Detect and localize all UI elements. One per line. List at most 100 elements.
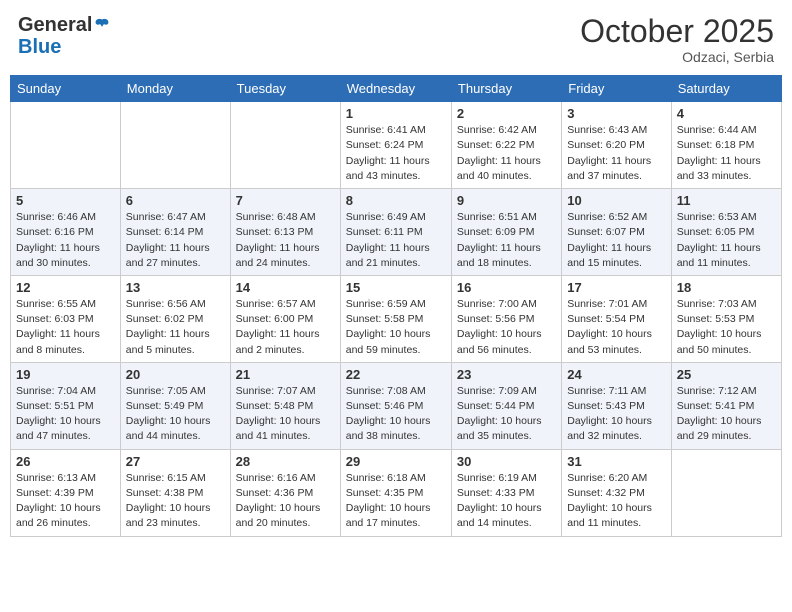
day-number: 7 xyxy=(236,193,335,208)
day-number: 6 xyxy=(126,193,225,208)
day-detail: Sunrise: 6:59 AM Sunset: 5:58 PM Dayligh… xyxy=(346,297,446,358)
col-header-wednesday: Wednesday xyxy=(340,76,451,102)
calendar-cell: 25 Sunrise: 7:12 AM Sunset: 5:41 PM Dayli… xyxy=(671,362,781,449)
day-number: 2 xyxy=(457,106,556,121)
calendar-cell: 2 Sunrise: 6:42 AM Sunset: 6:22 PM Daylig… xyxy=(451,102,561,189)
day-number: 26 xyxy=(16,454,115,469)
col-header-monday: Monday xyxy=(120,76,230,102)
day-detail: Sunrise: 7:03 AM Sunset: 5:53 PM Dayligh… xyxy=(677,297,776,358)
day-number: 17 xyxy=(567,280,665,295)
calendar-header-row: SundayMondayTuesdayWednesdayThursdayFrid… xyxy=(11,76,782,102)
day-number: 11 xyxy=(677,193,776,208)
day-number: 4 xyxy=(677,106,776,121)
day-detail: Sunrise: 6:44 AM Sunset: 6:18 PM Dayligh… xyxy=(677,123,776,184)
col-header-saturday: Saturday xyxy=(671,76,781,102)
calendar-cell: 21 Sunrise: 7:07 AM Sunset: 5:48 PM Dayli… xyxy=(230,362,340,449)
day-detail: Sunrise: 6:57 AM Sunset: 6:00 PM Dayligh… xyxy=(236,297,335,358)
calendar-cell: 15Sunrise: 6:59 AM Sunset: 5:58 PM Dayli… xyxy=(340,275,451,362)
day-detail: Sunrise: 7:04 AM Sunset: 5:51 PM Dayligh… xyxy=(16,384,115,445)
calendar-week-row: 5Sunrise: 6:46 AM Sunset: 6:16 PM Daylig… xyxy=(11,189,782,276)
day-detail: Sunrise: 6:55 AM Sunset: 6:03 PM Dayligh… xyxy=(16,297,115,358)
day-detail: Sunrise: 6:43 AM Sunset: 6:20 PM Dayligh… xyxy=(567,123,665,184)
day-detail: Sunrise: 6:15 AM Sunset: 4:38 PM Dayligh… xyxy=(126,471,225,532)
calendar-cell: 16 Sunrise: 7:00 AM Sunset: 5:56 PM Dayli… xyxy=(451,275,561,362)
day-detail: Sunrise: 7:12 AM Sunset: 5:41 PM Dayligh… xyxy=(677,384,776,445)
calendar-cell: 7Sunrise: 6:48 AM Sunset: 6:13 PM Daylig… xyxy=(230,189,340,276)
day-detail: Sunrise: 7:08 AM Sunset: 5:46 PM Dayligh… xyxy=(346,384,446,445)
day-number: 25 xyxy=(677,367,776,382)
day-detail: Sunrise: 6:47 AM Sunset: 6:14 PM Dayligh… xyxy=(126,210,225,271)
col-header-tuesday: Tuesday xyxy=(230,76,340,102)
day-detail: Sunrise: 6:52 AM Sunset: 6:07 PM Dayligh… xyxy=(567,210,665,271)
day-detail: Sunrise: 6:42 AM Sunset: 6:22 PM Dayligh… xyxy=(457,123,556,184)
day-number: 16 xyxy=(457,280,556,295)
day-detail: Sunrise: 6:20 AM Sunset: 4:32 PM Dayligh… xyxy=(567,471,665,532)
day-number: 27 xyxy=(126,454,225,469)
col-header-friday: Friday xyxy=(562,76,671,102)
calendar-cell: 23Sunrise: 7:09 AM Sunset: 5:44 PM Dayli… xyxy=(451,362,561,449)
day-number: 28 xyxy=(236,454,335,469)
calendar-cell: 30 Sunrise: 6:19 AM Sunset: 4:33 PM Dayli… xyxy=(451,449,561,536)
day-detail: Sunrise: 7:09 AM Sunset: 5:44 PM Dayligh… xyxy=(457,384,556,445)
day-number: 12 xyxy=(16,280,115,295)
calendar-cell: 3 Sunrise: 6:43 AM Sunset: 6:20 PM Daylig… xyxy=(562,102,671,189)
day-detail: Sunrise: 6:13 AM Sunset: 4:39 PM Dayligh… xyxy=(16,471,115,532)
calendar-cell: 17 Sunrise: 7:01 AM Sunset: 5:54 PM Dayli… xyxy=(562,275,671,362)
day-number: 24 xyxy=(567,367,665,382)
logo-general-text: General xyxy=(18,14,92,36)
day-detail: Sunrise: 7:07 AM Sunset: 5:48 PM Dayligh… xyxy=(236,384,335,445)
day-number: 19 xyxy=(16,367,115,382)
calendar-week-row: 26 Sunrise: 6:13 AM Sunset: 4:39 PM Dayli… xyxy=(11,449,782,536)
title-block: October 2025 Odzaci, Serbia xyxy=(580,14,774,65)
calendar-cell: 14Sunrise: 6:57 AM Sunset: 6:00 PM Dayli… xyxy=(230,275,340,362)
day-detail: Sunrise: 6:49 AM Sunset: 6:11 PM Dayligh… xyxy=(346,210,446,271)
calendar-cell: 18 Sunrise: 7:03 AM Sunset: 5:53 PM Dayli… xyxy=(671,275,781,362)
calendar-cell: 10 Sunrise: 6:52 AM Sunset: 6:07 PM Dayli… xyxy=(562,189,671,276)
day-number: 30 xyxy=(457,454,556,469)
day-detail: Sunrise: 7:05 AM Sunset: 5:49 PM Dayligh… xyxy=(126,384,225,445)
col-header-sunday: Sunday xyxy=(11,76,121,102)
day-number: 3 xyxy=(567,106,665,121)
calendar-week-row: 12 Sunrise: 6:55 AM Sunset: 6:03 PM Dayli… xyxy=(11,275,782,362)
calendar-cell: 12 Sunrise: 6:55 AM Sunset: 6:03 PM Dayli… xyxy=(11,275,121,362)
calendar-cell: 26 Sunrise: 6:13 AM Sunset: 4:39 PM Dayli… xyxy=(11,449,121,536)
calendar-cell: 4 Sunrise: 6:44 AM Sunset: 6:18 PM Daylig… xyxy=(671,102,781,189)
day-number: 18 xyxy=(677,280,776,295)
calendar-cell xyxy=(11,102,121,189)
calendar-cell: 28Sunrise: 6:16 AM Sunset: 4:36 PM Dayli… xyxy=(230,449,340,536)
day-detail: Sunrise: 7:00 AM Sunset: 5:56 PM Dayligh… xyxy=(457,297,556,358)
day-number: 13 xyxy=(126,280,225,295)
day-number: 8 xyxy=(346,193,446,208)
calendar-cell: 22Sunrise: 7:08 AM Sunset: 5:46 PM Dayli… xyxy=(340,362,451,449)
logo-blue-text: Blue xyxy=(18,36,111,58)
calendar-cell: 9Sunrise: 6:51 AM Sunset: 6:09 PM Daylig… xyxy=(451,189,561,276)
calendar-cell: 20Sunrise: 7:05 AM Sunset: 5:49 PM Dayli… xyxy=(120,362,230,449)
calendar-cell: 27 Sunrise: 6:15 AM Sunset: 4:38 PM Dayli… xyxy=(120,449,230,536)
calendar-cell xyxy=(230,102,340,189)
calendar-cell xyxy=(671,449,781,536)
day-detail: Sunrise: 6:19 AM Sunset: 4:33 PM Dayligh… xyxy=(457,471,556,532)
calendar-week-row: 1Sunrise: 6:41 AM Sunset: 6:24 PM Daylig… xyxy=(11,102,782,189)
day-number: 21 xyxy=(236,367,335,382)
calendar-cell: 24 Sunrise: 7:11 AM Sunset: 5:43 PM Dayli… xyxy=(562,362,671,449)
day-number: 10 xyxy=(567,193,665,208)
calendar-cell xyxy=(120,102,230,189)
col-header-thursday: Thursday xyxy=(451,76,561,102)
calendar-cell: 31 Sunrise: 6:20 AM Sunset: 4:32 PM Dayli… xyxy=(562,449,671,536)
day-number: 29 xyxy=(346,454,446,469)
day-detail: Sunrise: 7:11 AM Sunset: 5:43 PM Dayligh… xyxy=(567,384,665,445)
day-detail: Sunrise: 7:01 AM Sunset: 5:54 PM Dayligh… xyxy=(567,297,665,358)
calendar-cell: 29Sunrise: 6:18 AM Sunset: 4:35 PM Dayli… xyxy=(340,449,451,536)
logo-bird-icon xyxy=(93,16,111,34)
calendar-cell: 11Sunrise: 6:53 AM Sunset: 6:05 PM Dayli… xyxy=(671,189,781,276)
day-detail: Sunrise: 6:56 AM Sunset: 6:02 PM Dayligh… xyxy=(126,297,225,358)
calendar-cell: 6 Sunrise: 6:47 AM Sunset: 6:14 PM Daylig… xyxy=(120,189,230,276)
calendar-cell: 13 Sunrise: 6:56 AM Sunset: 6:02 PM Dayli… xyxy=(120,275,230,362)
month-title: October 2025 xyxy=(580,14,774,49)
day-number: 31 xyxy=(567,454,665,469)
day-detail: Sunrise: 6:46 AM Sunset: 6:16 PM Dayligh… xyxy=(16,210,115,271)
calendar-table: SundayMondayTuesdayWednesdayThursdayFrid… xyxy=(10,75,782,536)
location-subtitle: Odzaci, Serbia xyxy=(580,49,774,65)
calendar-cell: 1Sunrise: 6:41 AM Sunset: 6:24 PM Daylig… xyxy=(340,102,451,189)
page-header: General Blue October 2025 Odzaci, Serbia xyxy=(10,10,782,69)
